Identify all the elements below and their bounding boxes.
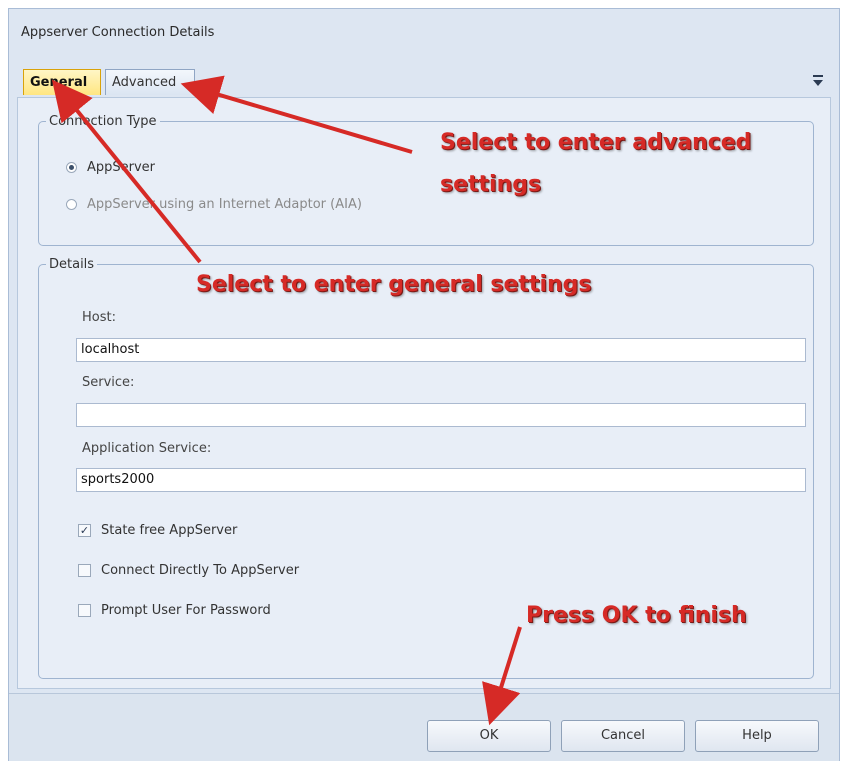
window-title: Appserver Connection Details — [21, 25, 215, 40]
host-input[interactable]: localhost — [76, 338, 806, 362]
radio-button[interactable] — [66, 199, 77, 210]
host-label: Host: — [82, 310, 116, 325]
checkbox[interactable] — [78, 564, 91, 577]
annotation-general: Select to enter general settings — [196, 272, 592, 297]
tab-content-general: Connection Type AppServer AppServer usin… — [17, 97, 831, 689]
radio-appserver-aia-label: AppServer using an Internet Adaptor (AIA… — [87, 197, 362, 212]
radio-appserver-aia[interactable]: AppServer using an Internet Adaptor (AIA… — [66, 197, 362, 212]
service-input[interactable] — [76, 403, 806, 427]
radio-appserver-label: AppServer — [87, 160, 156, 175]
cancel-button[interactable]: Cancel — [561, 720, 685, 752]
annotation-advanced-line2: settings — [440, 172, 542, 197]
checkbox-connect-directly[interactable]: Connect Directly To AppServer — [78, 563, 299, 578]
dialog-window: Appserver Connection Details General Adv… — [8, 8, 840, 761]
radio-appserver[interactable]: AppServer — [66, 160, 155, 175]
tab-advanced[interactable]: Advanced — [105, 69, 195, 95]
checkbox-prompt-password-label: Prompt User For Password — [101, 603, 271, 618]
annotation-advanced-line1: Select to enter advanced — [440, 130, 752, 155]
checkmark-icon[interactable]: ✓ — [78, 524, 91, 537]
application-service-input[interactable]: sports2000 — [76, 468, 806, 492]
application-service-label: Application Service: — [82, 441, 212, 456]
checkbox[interactable] — [78, 604, 91, 617]
checkbox-state-free[interactable]: ✓ State free AppServer — [78, 523, 237, 538]
tab-general[interactable]: General — [23, 69, 101, 95]
details-legend: Details — [49, 257, 95, 272]
checkbox-state-free-label: State free AppServer — [101, 523, 238, 538]
dialog-footer: OK Cancel Help — [9, 693, 839, 761]
help-button[interactable]: Help — [695, 720, 819, 752]
dropdown-menu-icon[interactable] — [811, 73, 825, 87]
checkbox-prompt-password[interactable]: Prompt User For Password — [78, 603, 271, 618]
annotation-ok: Press OK to finish — [526, 603, 747, 628]
ok-button[interactable]: OK — [427, 720, 551, 752]
radio-button-selected[interactable] — [66, 162, 77, 173]
service-label: Service: — [82, 375, 135, 390]
connection-type-legend: Connection Type — [49, 114, 157, 129]
checkbox-connect-directly-label: Connect Directly To AppServer — [101, 563, 300, 578]
